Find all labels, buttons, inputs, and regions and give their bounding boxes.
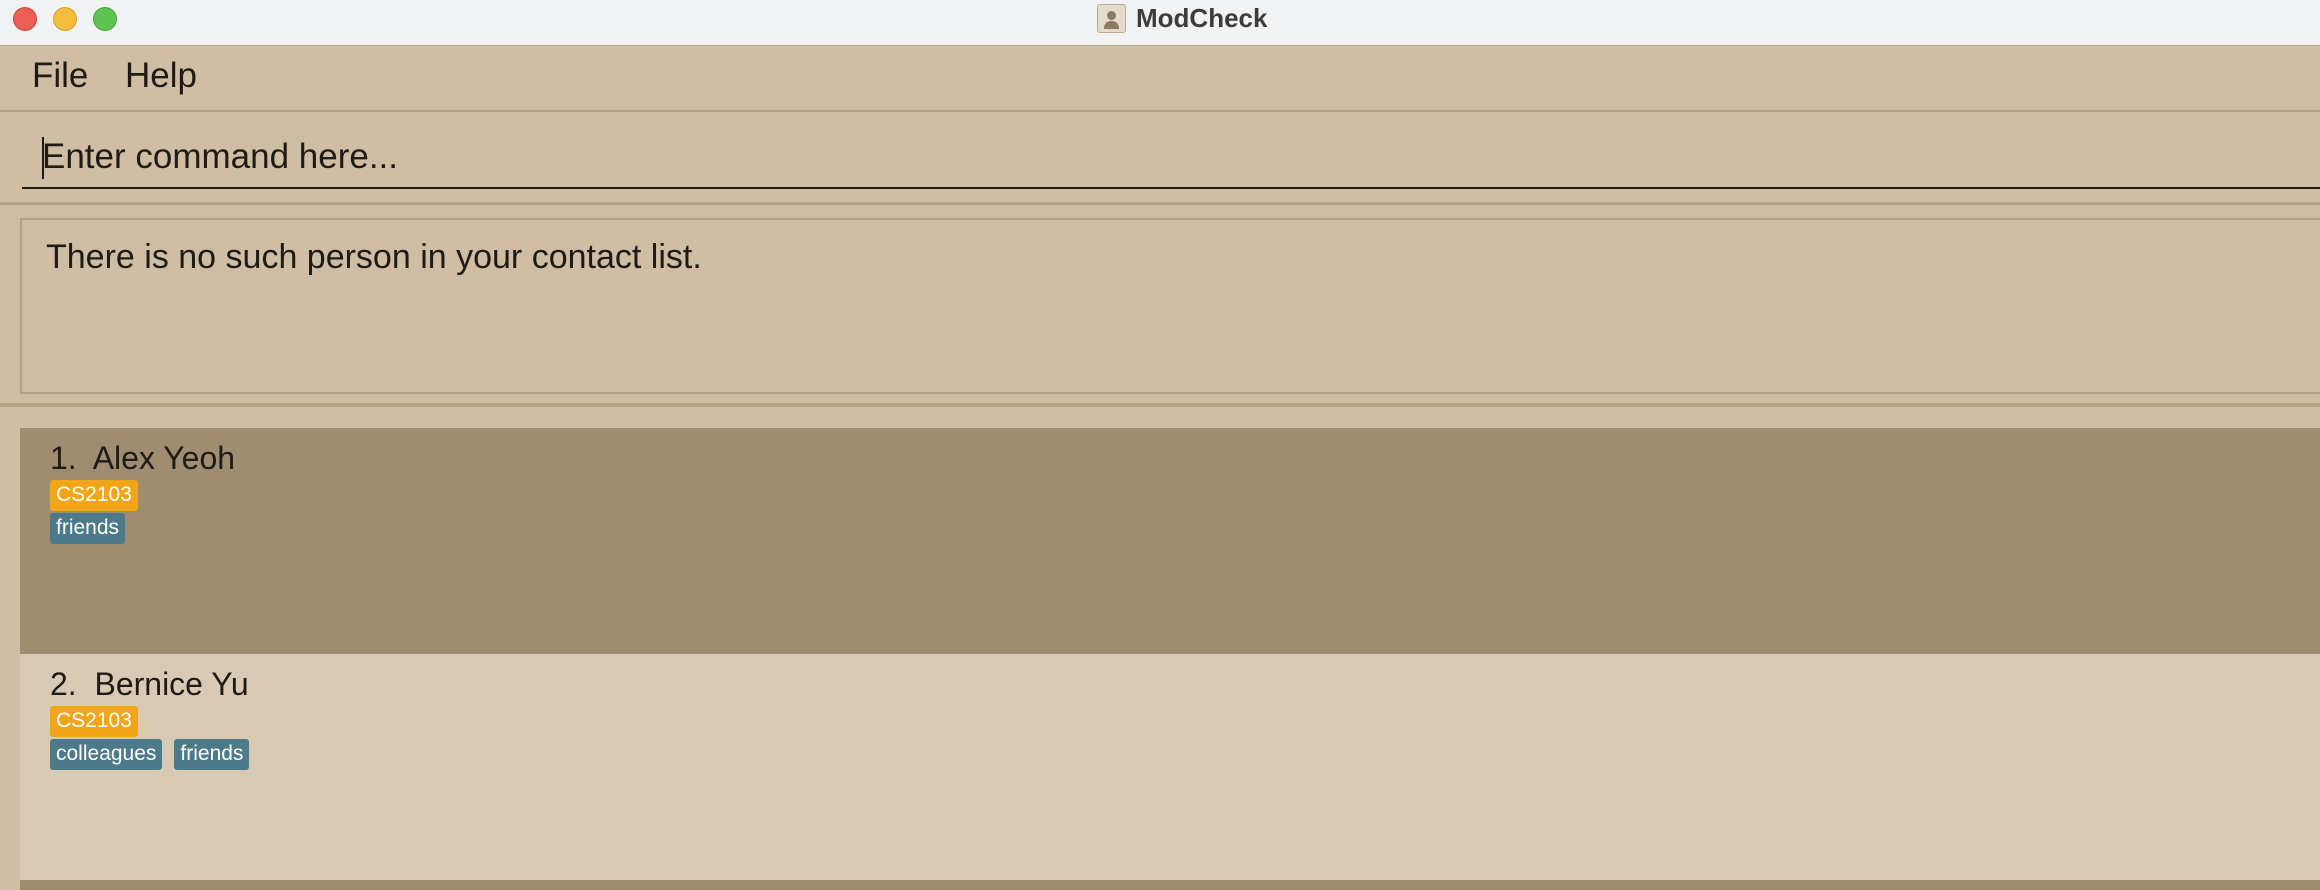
window-title-group: ModCheck bbox=[1097, 2, 1267, 34]
close-window-button[interactable] bbox=[13, 7, 37, 31]
tag: friends bbox=[174, 739, 250, 770]
window-title-bar: ModCheck bbox=[0, 0, 2320, 46]
result-display-panel: There is no such person in your contact … bbox=[0, 207, 2320, 407]
maximize-window-button[interactable] bbox=[93, 7, 117, 31]
module-tag-row: CS2103 bbox=[50, 480, 138, 511]
window-title: ModCheck bbox=[1136, 2, 1268, 33]
tag-row: colleagues friends bbox=[50, 739, 250, 770]
command-box bbox=[0, 113, 2320, 205]
menu-help[interactable]: Help bbox=[125, 56, 197, 96]
contacts-app-icon bbox=[1097, 3, 1126, 33]
menu-bar: File Help bbox=[0, 46, 2320, 112]
person-name: 1. Alex Yeoh bbox=[50, 440, 236, 476]
person-card[interactable]: 2. Bernice Yu CS2103 colleagues friends bbox=[20, 654, 2320, 880]
module-tag: CS2103 bbox=[50, 706, 138, 737]
minimize-window-button[interactable] bbox=[53, 7, 77, 31]
result-display-box: There is no such person in your contact … bbox=[20, 218, 2320, 394]
tag: friends bbox=[50, 513, 126, 544]
menu-file[interactable]: File bbox=[32, 56, 88, 96]
next-person-card-edge bbox=[20, 880, 2320, 890]
module-tag-row: CS2103 bbox=[50, 706, 138, 737]
result-message: There is no such person in your contact … bbox=[46, 238, 702, 276]
module-tag: CS2103 bbox=[50, 480, 138, 511]
text-caret bbox=[42, 137, 44, 179]
command-input[interactable] bbox=[22, 127, 2320, 189]
person-list: 1. Alex Yeoh CS2103 friends 2. Bernice Y… bbox=[0, 411, 2320, 890]
person-card[interactable]: 1. Alex Yeoh CS2103 friends bbox=[20, 428, 2320, 654]
tag: colleagues bbox=[50, 739, 163, 770]
list-left-margin bbox=[0, 411, 20, 890]
person-name: 2. Bernice Yu bbox=[50, 666, 249, 702]
tag-row: friends bbox=[50, 513, 126, 544]
